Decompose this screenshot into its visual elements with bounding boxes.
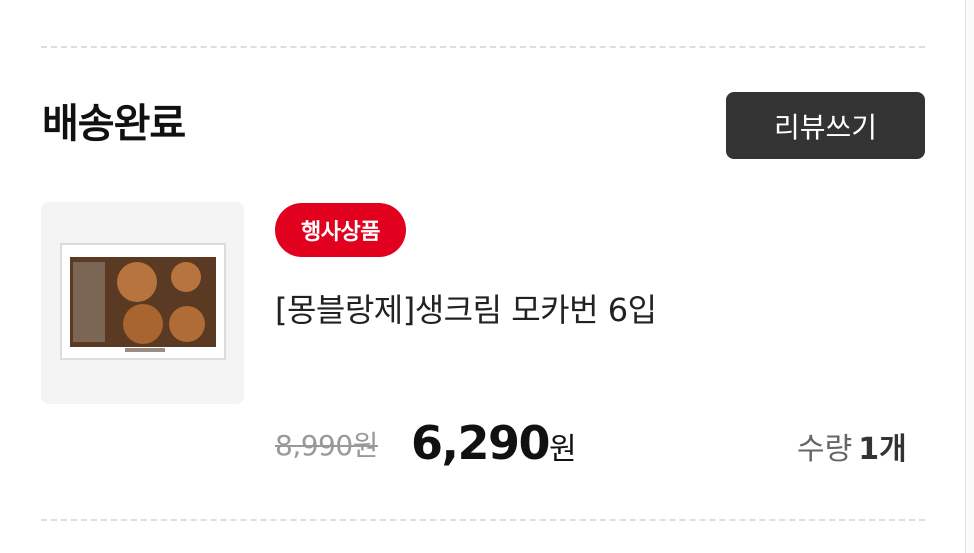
sale-price-number: 6,290 [411, 416, 551, 470]
product-image-icon [60, 243, 226, 360]
sale-price-unit: 원 [549, 432, 577, 467]
divider-top [41, 46, 925, 48]
event-product-badge: 행사상품 [275, 203, 406, 257]
sale-price: 6,290원 [411, 416, 577, 470]
divider-bottom [41, 519, 925, 521]
scrollbar-track [965, 0, 974, 553]
quantity: 수량 1개 [797, 424, 907, 468]
quantity-label: 수량 [797, 432, 853, 467]
order-status-title: 배송완료 [42, 101, 186, 147]
product-name[interactable]: [몽블랑제]생크림 모카번 6입 [275, 286, 657, 334]
product-thumbnail[interactable] [41, 202, 244, 404]
original-price: 8,990원 [275, 429, 378, 462]
write-review-button[interactable]: 리뷰쓰기 [726, 92, 925, 159]
quantity-value: 1개 [858, 432, 907, 467]
